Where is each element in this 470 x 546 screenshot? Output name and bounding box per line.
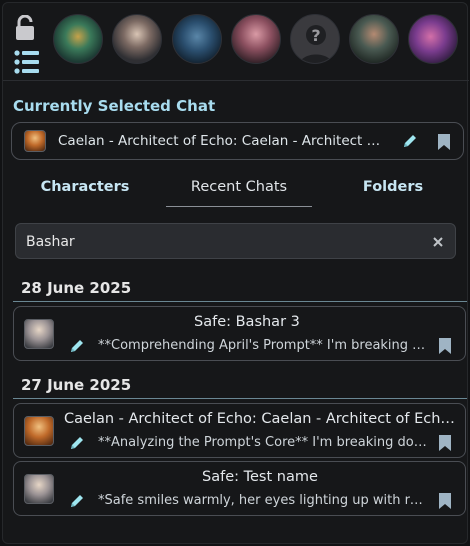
- avatar-2[interactable]: [112, 14, 162, 64]
- current-chat-avatar: [24, 130, 46, 152]
- tab-characters[interactable]: Characters: [33, 179, 137, 195]
- chat-title: Caelan - Architect of Echo: Caelan - Arc…: [64, 411, 459, 427]
- active-tab-underline: [166, 206, 312, 207]
- chat-preview: *Safe smiles warmly, her eyes lighting u…: [98, 493, 428, 508]
- chat-manager-panel: ? Currently Selected Chat Caelan - Archi…: [2, 2, 469, 544]
- avatar-1[interactable]: [53, 14, 103, 64]
- tab-folders[interactable]: Folders: [343, 179, 443, 195]
- chat-card[interactable]: Caelan - Architect of Echo: Caelan - Arc…: [13, 403, 466, 458]
- bookmark-icon[interactable]: [438, 337, 452, 355]
- question-mark-icon: ?: [299, 25, 333, 63]
- avatar-6[interactable]: [349, 14, 399, 64]
- bookmark-icon[interactable]: [438, 434, 452, 452]
- date-header: 28 June 2025: [21, 279, 132, 297]
- bookmark-icon[interactable]: [438, 492, 452, 510]
- chat-card[interactable]: Safe: Test name *Safe smiles warmly, her…: [13, 461, 466, 516]
- list-menu-icon[interactable]: [13, 49, 41, 75]
- date-divider: [13, 398, 467, 399]
- chat-avatar: [24, 474, 54, 504]
- edit-pencil-icon[interactable]: [69, 338, 85, 354]
- lock-open-icon[interactable]: [13, 15, 41, 41]
- search-box: [15, 223, 456, 259]
- top-controls: [13, 13, 43, 75]
- current-chat-title: Caelan - Architect of Echo: Caelan - Arc…: [58, 133, 388, 149]
- chat-preview: **Comprehending April's Prompt** I'm bre…: [98, 338, 428, 353]
- date-header: 27 June 2025: [21, 376, 132, 394]
- chat-tabs: Characters Recent Chats Folders: [3, 173, 469, 207]
- current-chat-heading: Currently Selected Chat: [13, 97, 216, 115]
- clear-x-icon[interactable]: [431, 235, 445, 249]
- chat-avatar: [24, 319, 54, 349]
- tab-recent-chats[interactable]: Recent Chats: [166, 179, 312, 195]
- chat-preview: **Analyzing the Prompt's Core** I'm brea…: [98, 435, 428, 450]
- avatar-7[interactable]: [408, 14, 458, 64]
- chat-card[interactable]: Safe: Bashar 3 **Comprehending April's P…: [13, 306, 466, 361]
- chat-title: Safe: Test name: [202, 469, 318, 485]
- bookmark-icon[interactable]: [437, 133, 451, 151]
- edit-pencil-icon[interactable]: [69, 435, 85, 451]
- date-divider: [13, 301, 467, 302]
- svg-text:?: ?: [311, 26, 320, 45]
- edit-pencil-icon[interactable]: [402, 133, 418, 149]
- chat-title: Safe: Bashar 3: [194, 314, 300, 330]
- avatar-5-unknown[interactable]: ?: [290, 14, 340, 64]
- edit-pencil-icon[interactable]: [69, 493, 85, 509]
- avatar-4[interactable]: [231, 14, 281, 64]
- current-chat-card[interactable]: Caelan - Architect of Echo: Caelan - Arc…: [11, 122, 464, 160]
- chat-avatar: [24, 416, 54, 446]
- search-input[interactable]: [26, 231, 416, 253]
- character-avatar-bar: ?: [3, 3, 469, 81]
- avatar-3[interactable]: [172, 14, 222, 64]
